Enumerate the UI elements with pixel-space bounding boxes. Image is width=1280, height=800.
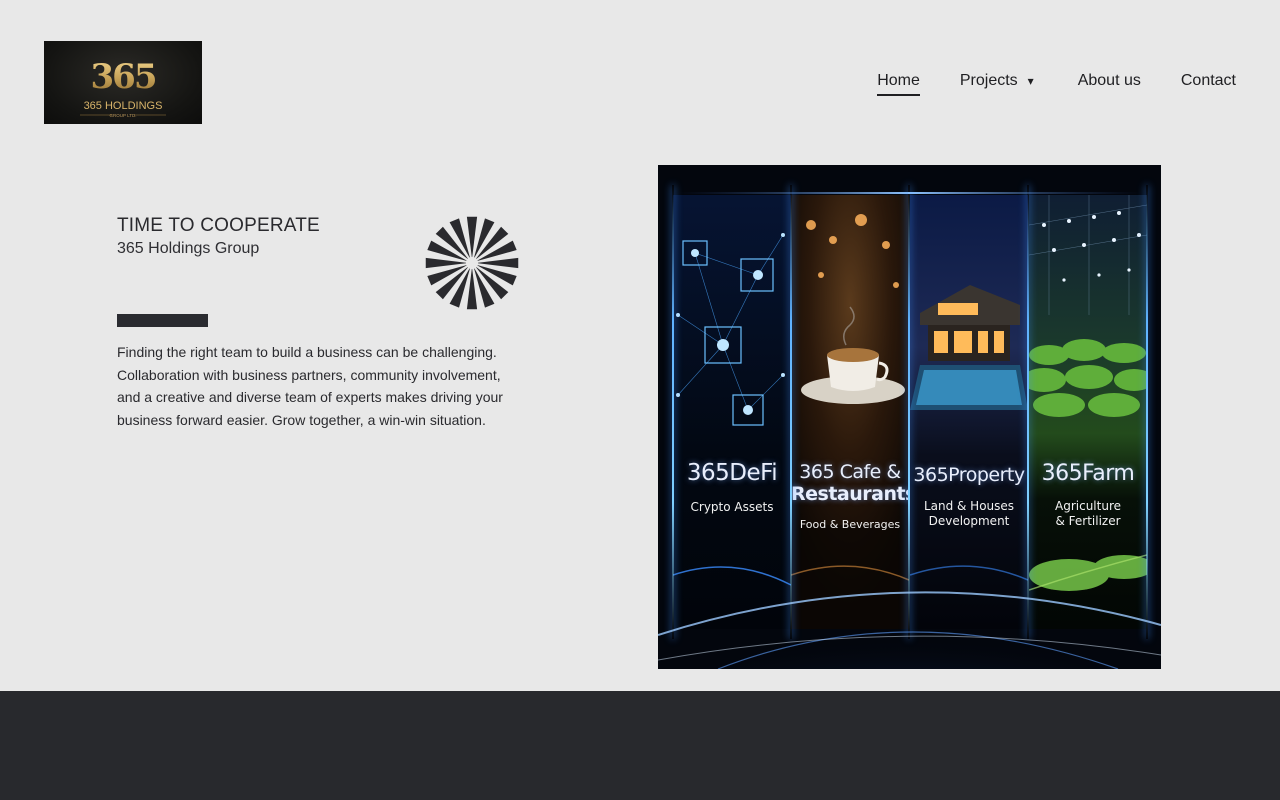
subtitle: 365 Holdings Group [117, 240, 260, 257]
accent-bar [117, 314, 208, 327]
nav-projects[interactable]: Projects ▾ [960, 70, 1034, 92]
panel-cafe-title-line2: Restaurants [791, 483, 909, 505]
chevron-down-icon: ▾ [1027, 74, 1034, 88]
sunburst-icon [425, 216, 519, 310]
panel-cafe: 365 Cafe & Restaurants Food & Beverages [791, 195, 909, 629]
description: Finding the right team to build a busine… [117, 344, 503, 428]
panel-property-subtitle-line2: Development [928, 514, 1010, 528]
nav-contact[interactable]: Contact [1181, 70, 1236, 92]
panel-defi-subtitle: Crypto Assets [690, 500, 774, 514]
nav-home[interactable]: Home [877, 70, 920, 96]
nav-projects-label: Projects [959, 72, 1018, 89]
panel-farm: 365Farm Agriculture & Fertilizer [1029, 195, 1147, 629]
cafe-art [791, 195, 909, 629]
panel-cafe-title: 365 Cafe & Restaurants [791, 461, 909, 505]
company-logo[interactable]: 365 365 HOLDINGS GROUP LTD. [44, 41, 202, 124]
panel-property-title: 365Property [913, 464, 1025, 486]
property-art [910, 195, 1028, 629]
panel-farm-title: 365Farm [1041, 461, 1135, 486]
panel-farm-subtitle: Agriculture & Fertilizer [1029, 499, 1147, 529]
panel-defi-title: 365DeFi [686, 460, 778, 486]
panel-farm-subtitle-line2: & Fertilizer [1055, 514, 1121, 528]
panel-cafe-title-line1: 365 Cafe & [799, 461, 901, 483]
logo-sub: GROUP LTD. [109, 113, 136, 118]
footer [0, 691, 1280, 800]
blockchain-art [673, 195, 791, 629]
panel-defi: 365DeFi Crypto Assets [673, 195, 791, 629]
farm-art [1029, 195, 1147, 629]
hero-image: 365DeFi Crypto Assets 365 Cafe & Restaur… [658, 165, 1161, 669]
main-nav: Home Projects ▾ About us Contact [877, 70, 1236, 96]
logo-name: 365 HOLDINGS [84, 100, 163, 112]
panel-property: 365Property Land & Houses Development [910, 195, 1028, 629]
panel-cafe-subtitle: Food & Beverages [799, 518, 901, 531]
nav-about[interactable]: About us [1078, 70, 1141, 92]
panel-property-subtitle: Land & Houses Development [910, 499, 1028, 529]
tagline: TIME TO COOPERATE [117, 215, 320, 236]
logo-number: 365 [91, 57, 156, 97]
panel-property-subtitle-line1: Land & Houses [923, 499, 1015, 513]
panel-farm-subtitle-line1: Agriculture [1055, 499, 1121, 513]
logo-graphic: 365 365 HOLDINGS GROUP LTD. [80, 57, 166, 118]
hero-bottom-glow [658, 591, 1161, 669]
